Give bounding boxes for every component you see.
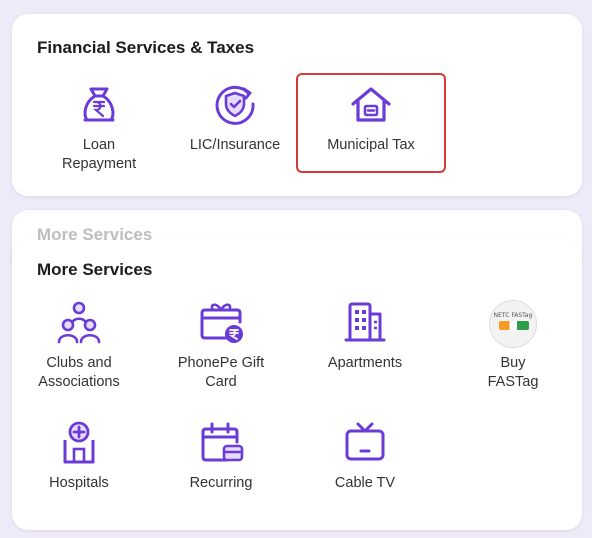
buy-fastag-tile[interactable]: NETC FASTag Buy FASTag <box>448 298 578 418</box>
group-people-icon <box>57 301 101 344</box>
phonepe-gift-card-label: PhonePe Gift Card <box>177 355 265 390</box>
buy-fastag-label: Buy FASTag <box>487 355 539 390</box>
fastag-logo-band <box>499 321 529 330</box>
money-bag-rupee-icon <box>83 87 115 122</box>
recurring-tile[interactable]: Recurring <box>156 418 286 538</box>
financial-services-title: Financial Services & Taxes <box>37 38 255 57</box>
fastag-logo: NETC FASTag <box>489 300 537 348</box>
loan-repayment-tile[interactable]: Loan Repayment <box>34 80 164 200</box>
hospital-icon <box>63 421 95 464</box>
shield-check-icon <box>215 85 255 125</box>
cable-tv-tile[interactable]: Cable TV <box>300 418 430 538</box>
calendar-card-icon <box>201 422 244 462</box>
apartments-label: Apartments <box>327 355 403 371</box>
phonepe-gift-card-tile[interactable]: PhonePe Gift Card <box>156 298 286 418</box>
lic-insurance-label: LIC/Insurance <box>189 137 281 153</box>
loan-repayment-label: Loan Repayment <box>62 137 137 172</box>
more-services-title: More Services <box>37 260 153 279</box>
clubs-associations-tile[interactable]: Clubs and Associations <box>14 298 144 418</box>
lic-insurance-tile[interactable]: LIC/Insurance <box>170 80 300 200</box>
municipal-tax-highlight-box <box>296 73 446 173</box>
more-services-card: More Services Clubs and Associations Pho… <box>12 240 582 530</box>
gift-card-icon <box>200 303 243 343</box>
cable-tv-label: Cable TV <box>334 475 396 491</box>
tv-icon <box>345 422 385 461</box>
hospitals-tile[interactable]: Hospitals <box>14 418 144 538</box>
apartments-tile[interactable]: Apartments <box>300 298 430 418</box>
recurring-label: Recurring <box>189 475 253 491</box>
fastag-logo-text: NETC FASTag <box>493 312 533 319</box>
clubs-associations-label: Clubs and Associations <box>38 355 120 390</box>
building-icon <box>344 302 386 342</box>
hospitals-label: Hospitals <box>49 475 109 491</box>
